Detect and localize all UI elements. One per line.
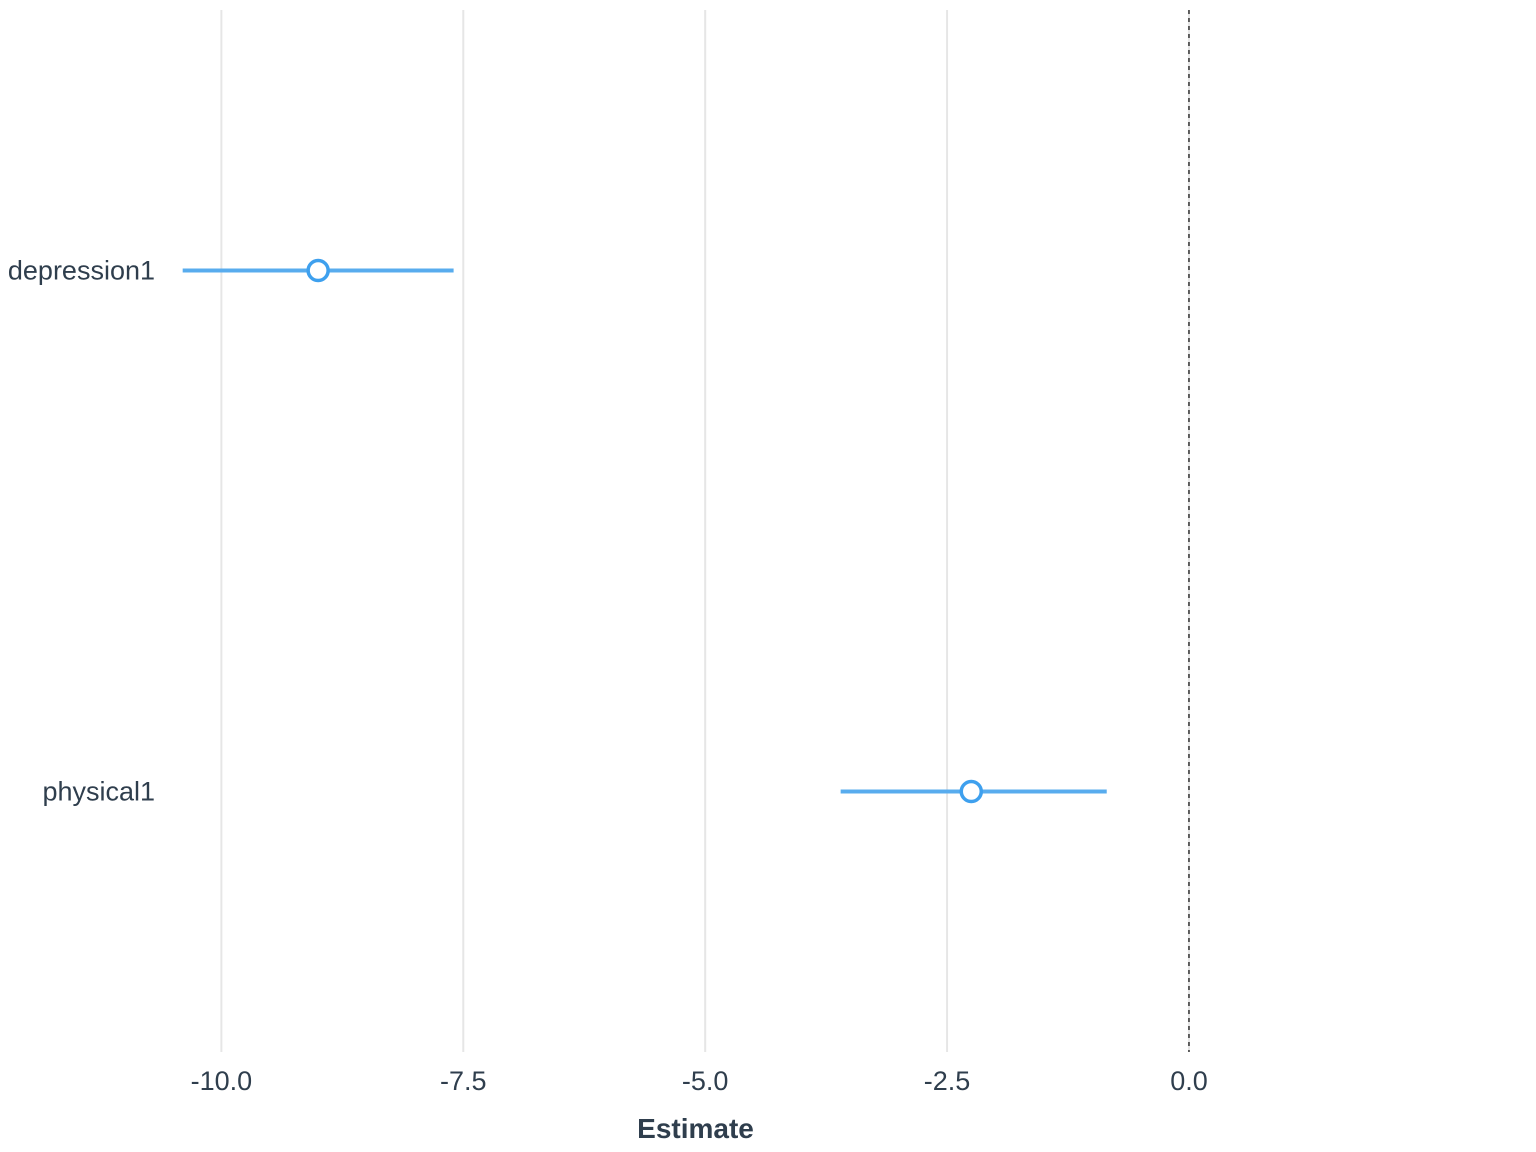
x-tick-label: 0.0: [1170, 1066, 1208, 1096]
x-tick-label: -5.0: [682, 1066, 729, 1096]
x-tick-label: -2.5: [924, 1066, 971, 1096]
x-axis-title: Estimate: [637, 1113, 754, 1144]
estimate-point: [308, 261, 328, 281]
x-tick-label: -10.0: [191, 1066, 253, 1096]
y-tick-label: physical1: [42, 777, 155, 807]
chart-svg: -10.0 -7.5 -5.0 -2.5 0.0 Estimate depression1 p…: [0, 0, 1536, 1152]
forest-plot: -10.0 -7.5 -5.0 -2.5 0.0 Estimate depression1 p…: [0, 0, 1536, 1152]
estimate-point: [961, 782, 981, 802]
y-tick-label: depression1: [8, 256, 155, 286]
x-tick-label: -7.5: [440, 1066, 487, 1096]
